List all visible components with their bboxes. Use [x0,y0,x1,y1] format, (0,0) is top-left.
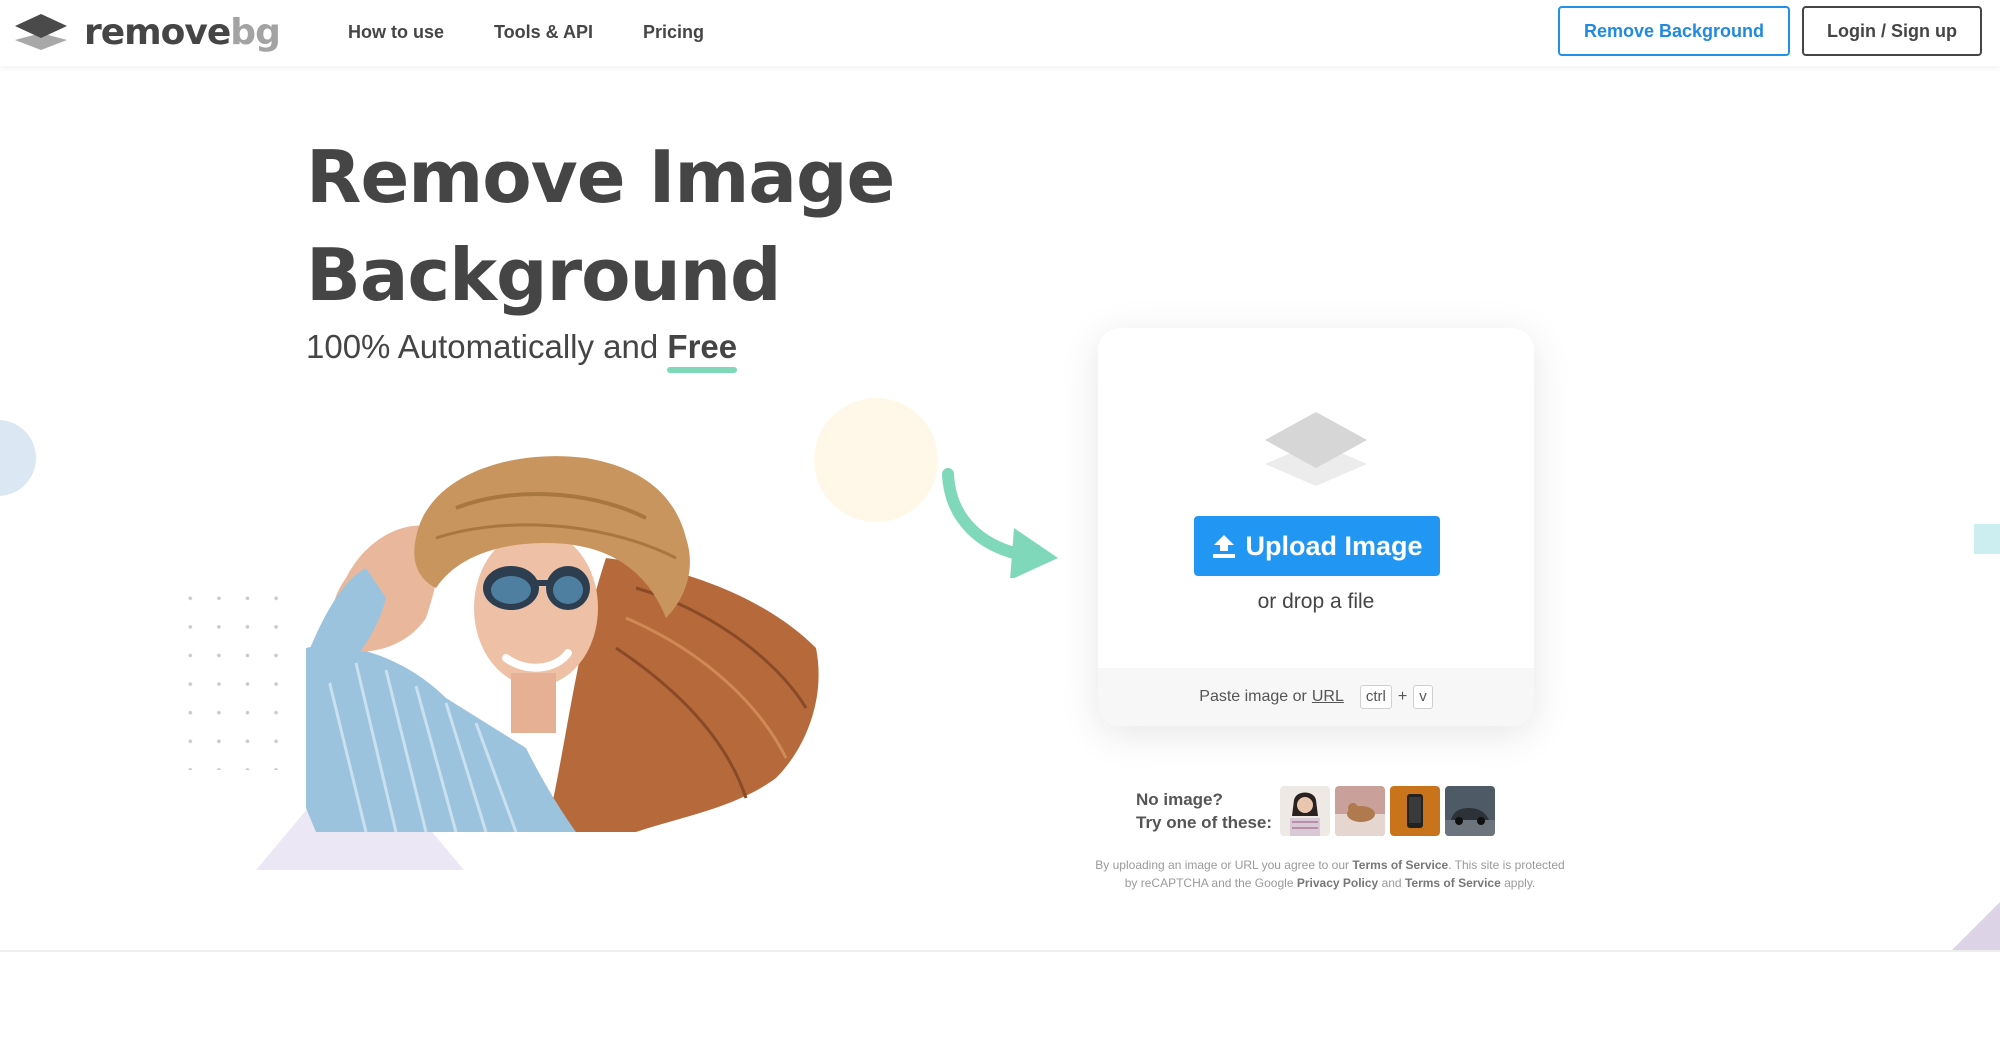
sample-thumbnails [1280,786,1500,836]
upload-image-label: Upload Image [1245,530,1423,561]
sample-thumb-car[interactable] [1445,786,1495,836]
nav-pricing[interactable]: Pricing [643,22,704,43]
section-divider [0,950,2000,952]
sample-thumb-phone[interactable] [1390,786,1440,836]
terms-of-service-link[interactable]: Terms of Service [1352,858,1448,872]
drop-file-text: or drop a file [1257,590,1375,613]
decor-circle [814,398,938,522]
decor-square [1974,524,2000,554]
legal-text-3: and [1381,876,1402,890]
upload-card[interactable]: Upload Image or drop a file Paste image … [1098,328,1534,726]
paste-text: Paste image or [1199,688,1307,705]
nav-tools-api[interactable]: Tools & API [494,22,593,43]
logo-layers-icon [15,14,67,50]
hero-title-line-2: Background [306,233,782,317]
hero-title-line-1: Remove Image [306,135,895,219]
nav-how-to-use[interactable]: How to use [348,22,444,43]
hero-title: Remove Image Background [306,128,1006,324]
hero-subtitle-text: 100% Automatically and [306,328,659,365]
curved-arrow-icon [942,468,1058,578]
paste-bar: Paste image or URL ctrl + v [1098,668,1534,726]
decor-triangle-corner [1950,902,2000,952]
upload-icon [1213,535,1236,558]
decor-half-circle [0,420,36,496]
sample-line-2: Try one of these: [1136,813,1273,832]
hero-subtitle-emphasis: Free [667,328,738,365]
paste-url-link[interactable]: URL [1312,688,1344,706]
hero-photo-woman [306,456,819,832]
upload-image-button[interactable]: Upload Image [1194,516,1440,576]
sample-images-label: No image? Try one of these: [1136,788,1272,834]
login-signup-button[interactable]: Login / Sign up [1802,6,1982,56]
legal-text-4: apply. [1504,876,1536,890]
key-plus: + [1397,688,1408,705]
key-ctrl: ctrl [1359,685,1392,709]
key-v: v [1413,685,1433,709]
layers-icon [1265,412,1367,486]
legal-text-1: By uploading an image or URL you agree t… [1095,858,1350,872]
privacy-policy-link[interactable]: Privacy Policy [1297,876,1378,890]
hero-subtitle: 100% Automatically and Free [306,328,737,366]
sample-thumb-woman[interactable] [1280,786,1330,836]
sample-thumb-animal[interactable] [1335,786,1385,836]
terms-of-service-link-2[interactable]: Terms of Service [1405,876,1501,890]
decor-dot-grid [176,584,296,770]
site-header: removebg How to use Tools & API Pricing … [0,0,2000,66]
main-nav: How to use Tools & API Pricing [348,0,754,64]
remove-background-button[interactable]: Remove Background [1558,6,1790,56]
logo-text: removebg [84,11,281,53]
sample-line-1: No image? [1136,790,1223,809]
legal-notice: By uploading an image or URL you agree t… [1090,856,1570,892]
logo[interactable]: removebg [14,11,281,53]
